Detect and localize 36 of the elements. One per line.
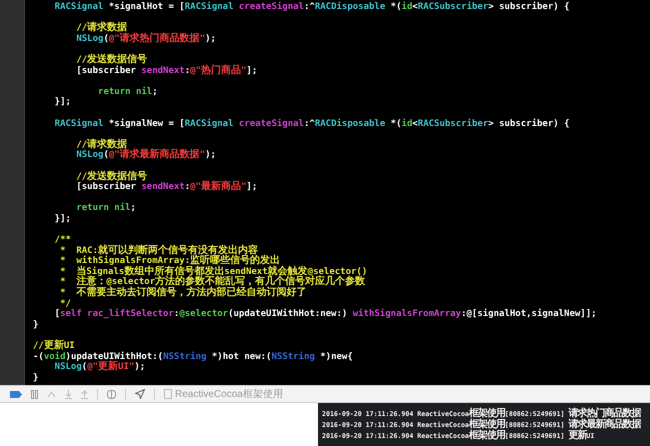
code-line: }]; xyxy=(54,214,71,224)
code-line: * 注意：@selector方法的参数不能乱写，有几个信号对应几个参数 xyxy=(59,277,366,288)
code-line: RACSignal *signalNew = [RACSignal createSignal:^RACDisposable *(id<RACSubscriber> subscriber) { xyxy=(54,118,570,130)
code-line: /** xyxy=(54,235,71,246)
file-icon xyxy=(164,389,172,399)
code-line: //发送数据信号 xyxy=(75,54,148,66)
code-line: [subscriber sendNext:@"热门商品"]; xyxy=(75,66,258,76)
code-line: * RAC:就可以判断两个信号有没有发出内容 xyxy=(59,246,258,256)
step-out-icon[interactable] xyxy=(81,390,88,398)
code-line: //请求数据 xyxy=(75,23,128,34)
code-line: //更新UI xyxy=(33,341,75,352)
code-line: [subscriber sendNext:@"最新商品"]; xyxy=(75,182,258,193)
code-line: -(void)updateUIWithHot:(NSString *)hot new:(NSString *)new{ xyxy=(33,352,353,362)
code-line: //发送数据信号 xyxy=(75,172,148,182)
step-over-icon[interactable] xyxy=(47,390,56,398)
target-label[interactable]: ReactiveCocoa框架使用 xyxy=(175,386,283,402)
breakpoint-icon[interactable] xyxy=(10,390,22,398)
code-line: } xyxy=(33,372,38,384)
code-line: return nil; xyxy=(75,203,136,214)
code-line: * 不需要主动去订阅信号，方法内部已经自动订阅好了 xyxy=(59,288,306,299)
code-line: return nil; xyxy=(97,86,158,98)
location-arrow-icon[interactable] xyxy=(135,389,145,399)
step-into-icon[interactable] xyxy=(65,390,72,398)
code-line: RACSignal *signalHot = [RACSignal createSignal:^RACDisposable *(id<RACSubscriber> subscriber) { xyxy=(54,2,570,13)
code-line: } xyxy=(33,320,38,330)
code-line: * 当Signals数组中所有信号都发出sendNext就会触发@selector() xyxy=(59,266,368,277)
code-line: [self rac_liftSelector:@selector(updateUIWithHot:new:) withSignalsFromArray:@[signalHot,signalNew]]; xyxy=(54,309,597,320)
code-line: }]; xyxy=(54,97,71,108)
view-hierarchy-icon[interactable] xyxy=(107,390,116,398)
code-line: */ xyxy=(59,298,71,309)
code-line: * withSignalsFromArray:监听哪些信号的发出 xyxy=(59,256,280,266)
code-line: //请求数据 xyxy=(75,140,128,150)
pause-icon[interactable] xyxy=(31,390,38,398)
code-line: NSLog(@"更新UI"); xyxy=(54,362,146,373)
code-line: NSLog(@"请求最新商品数据"); xyxy=(75,150,216,161)
code-line: NSLog(@"请求热门商品数据"); xyxy=(75,34,216,44)
